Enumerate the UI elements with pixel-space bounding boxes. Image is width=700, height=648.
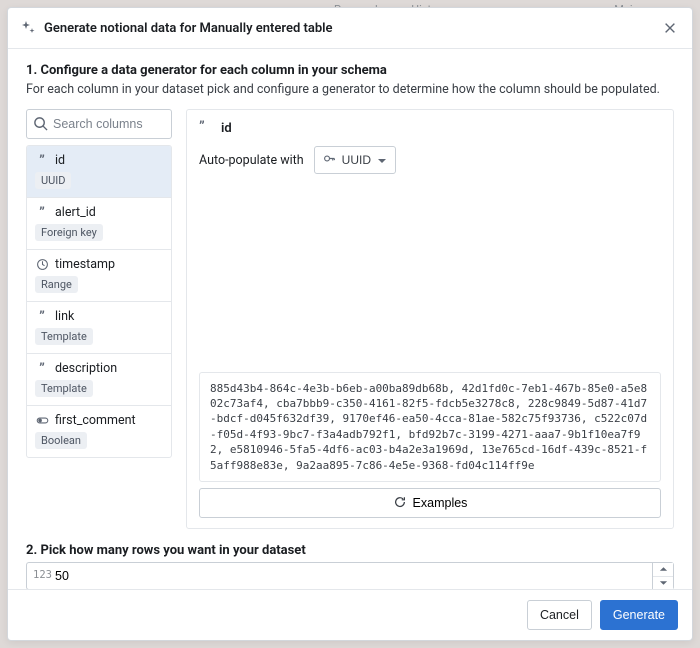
- generator-badge: Foreign key: [35, 224, 103, 241]
- modal-title: Generate notional data for Manually ente…: [44, 21, 660, 36]
- refresh-icon: [393, 495, 407, 512]
- chevron-down-icon: [377, 155, 387, 165]
- key-icon: [323, 152, 336, 168]
- column-item-timestamp[interactable]: timestamp Range: [27, 250, 171, 302]
- modal-footer: Cancel Generate: [8, 589, 692, 640]
- column-item-description[interactable]: description Template: [27, 354, 171, 406]
- modal-header: Generate notional data for Manually ente…: [8, 8, 692, 49]
- cancel-button[interactable]: Cancel: [527, 600, 592, 630]
- row-count-input[interactable]: [26, 562, 652, 589]
- step2-heading: 2. Pick how many rows you want in your d…: [26, 543, 674, 558]
- generate-button[interactable]: Generate: [600, 600, 678, 630]
- generator-select[interactable]: UUID: [314, 146, 396, 174]
- string-type-icon: [35, 154, 49, 168]
- column-item-link[interactable]: link Template: [27, 302, 171, 354]
- close-button[interactable]: [660, 18, 680, 38]
- columns-list: id UUID alert_id Foreign key timestamp R…: [26, 145, 172, 458]
- string-type-icon: [199, 120, 215, 136]
- auto-populate-row: Auto-populate with UUID: [199, 146, 661, 174]
- regenerate-examples-button[interactable]: Examples: [199, 488, 661, 518]
- search-columns-wrap: [26, 109, 172, 139]
- string-type-icon: [35, 310, 49, 324]
- boolean-type-icon: [35, 414, 49, 428]
- columns-sidebar: id UUID alert_id Foreign key timestamp R…: [26, 109, 172, 529]
- generator-badge: Range: [35, 276, 78, 293]
- column-name: first_comment: [55, 413, 136, 428]
- row-count-wrap: 123: [26, 562, 674, 589]
- examples-label: Examples: [413, 496, 468, 510]
- numeric-type-icon: 123: [33, 569, 52, 581]
- auto-populate-label: Auto-populate with: [199, 153, 304, 168]
- column-name: id: [55, 153, 65, 168]
- detail-column-heading: id: [199, 120, 661, 136]
- column-name: link: [55, 309, 74, 324]
- column-item-id[interactable]: id UUID: [27, 146, 171, 198]
- sparkle-icon: [20, 20, 36, 36]
- generator-badge: Boolean: [35, 432, 87, 449]
- generator-select-label: UUID: [342, 153, 371, 167]
- column-item-alert-id[interactable]: alert_id Foreign key: [27, 198, 171, 250]
- column-detail-panel: id Auto-populate with UUID 8: [186, 109, 674, 529]
- generator-badge: Template: [35, 328, 93, 345]
- row-count-stepper: [652, 562, 674, 589]
- modal-body: 1. Configure a data generator for each c…: [8, 49, 692, 589]
- row-count-decrement[interactable]: [653, 577, 673, 590]
- row-count-increment[interactable]: [653, 563, 673, 577]
- detail-column-name: id: [221, 121, 232, 136]
- generate-data-modal: Generate notional data for Manually ente…: [7, 7, 693, 641]
- sample-output: 885d43b4-864c-4e3b-b6eb-a00ba89db68b, 42…: [199, 372, 661, 482]
- column-name: timestamp: [55, 257, 115, 272]
- step1-subtext: For each column in your dataset pick and…: [26, 82, 674, 97]
- step2: 2. Pick how many rows you want in your d…: [26, 543, 674, 589]
- generator-badge: Template: [35, 380, 93, 397]
- string-type-icon: [35, 362, 49, 376]
- configurator-row: id UUID alert_id Foreign key timestamp R…: [26, 109, 674, 529]
- column-name: description: [55, 361, 117, 376]
- step1-heading: 1. Configure a data generator for each c…: [26, 63, 674, 78]
- generator-badge: UUID: [35, 172, 71, 189]
- column-name: alert_id: [55, 205, 96, 220]
- string-type-icon: [35, 206, 49, 220]
- clock-type-icon: [35, 258, 49, 272]
- column-item-first-comment[interactable]: first_comment Boolean: [27, 406, 171, 457]
- search-icon: [33, 116, 48, 131]
